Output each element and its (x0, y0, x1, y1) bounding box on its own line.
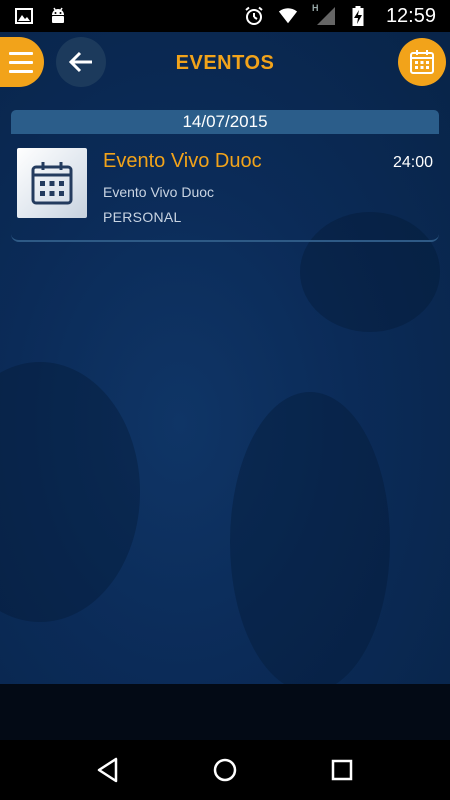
nav-back-button[interactable] (88, 750, 128, 790)
event-thumbnail (17, 148, 87, 218)
back-button[interactable] (56, 37, 106, 87)
nav-recents-button[interactable] (322, 750, 362, 790)
calendar-icon (410, 50, 434, 74)
system-nav-bar (0, 740, 450, 800)
calendar-button[interactable] (398, 38, 446, 86)
event-title: Evento Vivo Duoc (103, 150, 262, 172)
event-subtitle: Evento Vivo Duoc (103, 184, 215, 200)
background-shape (230, 392, 390, 684)
image-icon (14, 6, 34, 26)
background-shape (0, 362, 140, 622)
status-time: 12:59 (385, 4, 436, 27)
recents-square-icon (331, 759, 352, 781)
event-list-item[interactable]: Evento Vivo Duoc Evento Vivo Duoc PERSON… (11, 136, 439, 242)
date-header: 14/07/2015 (11, 110, 439, 134)
home-circle-icon (213, 758, 237, 782)
status-left-icons (14, 6, 68, 26)
event-time: 24:00 (392, 154, 433, 171)
battery-charging-icon (348, 6, 368, 26)
calendar-icon (31, 162, 73, 205)
main-content: EVENTOS 14/07/2015 Evento Vivo Duoc Even… (0, 32, 450, 684)
bottom-dark-band (0, 684, 450, 740)
status-right-icons: H 12:59 (244, 3, 436, 28)
android-icon (48, 6, 68, 26)
back-triangle-icon (98, 757, 118, 783)
alarm-icon (244, 6, 264, 26)
arrow-left-icon (68, 51, 92, 73)
status-bar: H 12:59 (0, 0, 450, 32)
h-signal-icon: H (312, 3, 335, 26)
wifi-icon (278, 6, 298, 26)
event-type: PERSONAL (103, 209, 182, 225)
app-bar: EVENTOS (0, 32, 450, 94)
nav-home-button[interactable] (205, 750, 245, 790)
